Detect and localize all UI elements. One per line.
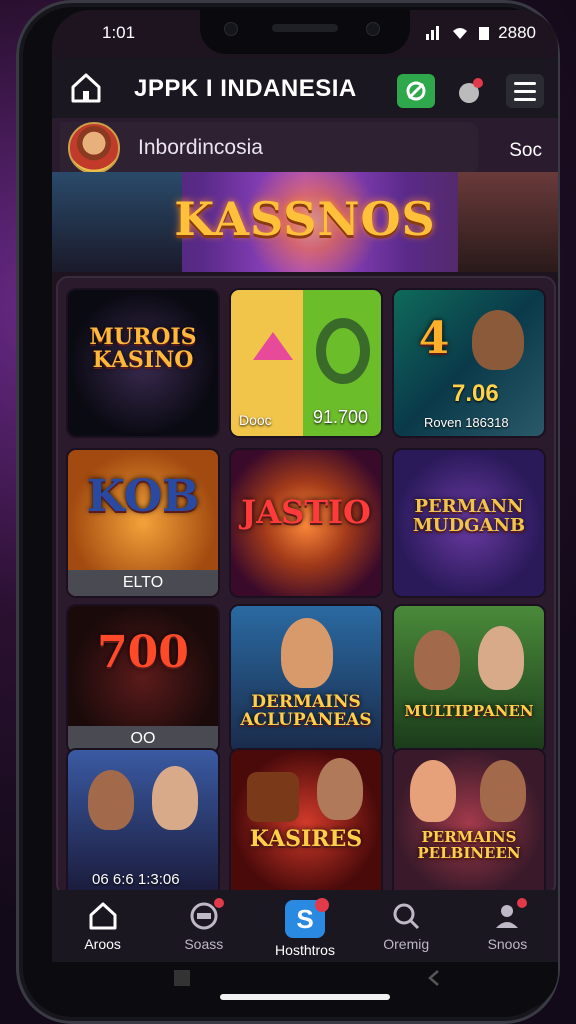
nav-home[interactable]: Aroos [52, 890, 153, 962]
sensor [366, 22, 380, 36]
home-button[interactable] [68, 70, 104, 106]
badge-dot [517, 898, 528, 908]
game-tile[interactable]: 06 6:6 1:3:06 [68, 750, 218, 896]
nav-label: Snoos [487, 936, 528, 952]
phone-frame: 1:01 2880 JPPK I INDANESIA Inbordincosia… [16, 0, 560, 1024]
game-tile[interactable]: MUROIS KASINO [68, 290, 218, 436]
game-tile[interactable]: PERMANN MUDGANB [394, 450, 544, 596]
status-battery-text: 2880 [498, 23, 536, 42]
character-figure [88, 770, 134, 830]
nav-label: Aroos [84, 936, 121, 952]
front-camera [224, 22, 238, 36]
game-title: 700 [97, 627, 189, 678]
home-icon [89, 902, 117, 930]
game-title: PERMANN MUDGANB [412, 496, 526, 536]
nav-profile[interactable]: Snoos [457, 890, 558, 962]
controller-icon [406, 81, 426, 101]
user-right-label[interactable]: Soc [509, 140, 542, 162]
character-figure [410, 760, 456, 822]
bag-icon [253, 332, 293, 360]
nav-label: Oremig [383, 936, 430, 952]
back-icon[interactable] [424, 968, 444, 988]
user-profile[interactable]: Inbordincosia [60, 122, 478, 174]
house-icon [71, 73, 101, 103]
menu-button[interactable] [506, 74, 544, 108]
game-tile[interactable]: 700 OO [68, 606, 218, 752]
nav-search[interactable]: Oremig [356, 890, 457, 962]
game-tile[interactable]: JASTIO [231, 450, 381, 596]
character-figure [472, 310, 524, 370]
barrel-figure [247, 772, 299, 822]
tile-value: 91.700 [313, 407, 369, 427]
character-figure [478, 626, 524, 690]
badge-dot [213, 898, 224, 908]
wifi-icon [453, 28, 468, 39]
game-tile[interactable]: KOB ELTO [68, 450, 218, 596]
notification-button[interactable] [456, 76, 486, 106]
nav-label: Hosthtros [275, 942, 335, 958]
avatar[interactable] [68, 122, 120, 174]
game-title: PERMAINS PELBINEEN [417, 828, 521, 862]
system-nav-bar [52, 962, 558, 1010]
game-controller-button[interactable] [397, 74, 435, 108]
character-figure [414, 630, 460, 690]
ball-icon [459, 78, 483, 103]
game-tile[interactable]: KASIRES [231, 750, 381, 896]
status-time: 1:01 [102, 23, 136, 42]
signal-icon [426, 26, 440, 40]
banner-title: KASSNOS [174, 192, 436, 246]
hamburger-line [514, 89, 536, 93]
s-logo-icon: S [285, 898, 329, 938]
speaker [272, 24, 338, 32]
promo-banner[interactable]: KASSNOS [52, 172, 558, 272]
game-tile[interactable]: 4 7.06 Roven 186318 [394, 290, 544, 436]
game-title: KASIRES [249, 826, 363, 852]
app-title: JPPK I INDANESIA [134, 75, 357, 102]
character-figure [480, 760, 526, 822]
zero-icon [316, 318, 370, 384]
home-indicator[interactable] [220, 994, 390, 1000]
chat-icon [188, 898, 224, 932]
username: Inbordincosia [138, 136, 263, 159]
hamburger-line [514, 81, 536, 85]
game-title: MUROIS KASINO [89, 324, 197, 374]
game-title: MULTIPPANEN [404, 702, 534, 720]
recents-icon[interactable] [172, 968, 192, 988]
game-tile[interactable]: MULTIPPANEN [394, 606, 544, 752]
search-icon [393, 903, 420, 930]
hamburger-line [514, 97, 536, 101]
badge-dot [315, 898, 329, 912]
nav-featured[interactable]: S Hosthtros [254, 890, 355, 962]
game-tile[interactable]: DERMAINS ACLUPANEAS [231, 606, 381, 752]
tile-caption: Roven 186318 [424, 415, 509, 430]
top-bar: JPPK I INDANESIA [52, 58, 558, 118]
tile-caption: 06 6:6 1:3:06 [92, 871, 180, 888]
game-title: DERMAINS ACLUPANEAS [240, 692, 372, 730]
profile-icon [491, 898, 528, 932]
tile-footer: ELTO [68, 570, 218, 596]
game-title: KOB [86, 471, 200, 522]
tile-left-caption: Dooc [239, 412, 272, 428]
game-title: JASTIO [241, 493, 371, 531]
tile-footer: OO [68, 726, 218, 752]
game-grid: MUROIS KASINO Dooc 91.700 4 7.06 Roven 1… [56, 276, 556, 896]
nav-label: Soass [184, 936, 224, 952]
game-tile[interactable]: PERMAINS PELBINEEN [394, 750, 544, 896]
bottom-nav: Aroos Soass S Hosthtros Oremig Snoos [52, 890, 558, 962]
character-figure [152, 766, 198, 830]
notch [200, 10, 410, 54]
game-tile[interactable]: Dooc 91.700 [231, 290, 381, 436]
user-bar: Inbordincosia Soc [52, 118, 558, 176]
nav-chat[interactable]: Soass [153, 890, 254, 962]
character-figure [317, 758, 363, 820]
character-figure [281, 618, 333, 688]
phone-screen: 1:01 2880 JPPK I INDANESIA Inbordincosia… [52, 10, 558, 1010]
status-right: 2880 [426, 23, 536, 43]
battery-icon [479, 27, 490, 40]
tile-big-value: 7.06 [452, 380, 499, 407]
